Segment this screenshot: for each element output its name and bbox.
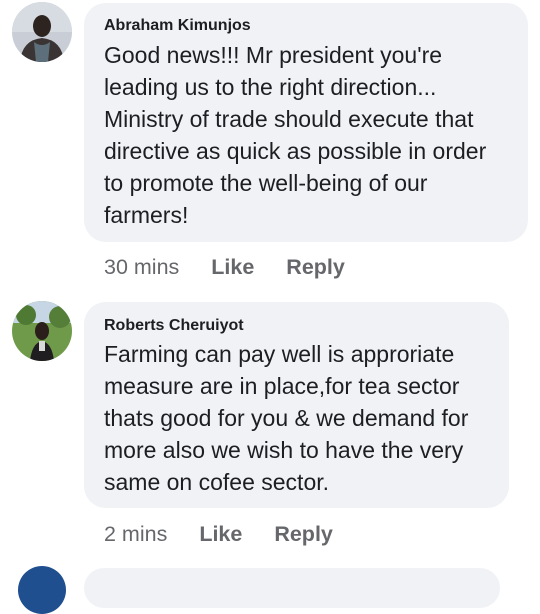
comment-text: Farming can pay well is approriate measu…	[104, 338, 468, 498]
comment-text: Good news!!! Mr president you're leading…	[104, 39, 486, 231]
comment-line: to promote the well-being of our	[104, 170, 428, 196]
comment-author[interactable]: Roberts Cheruiyot	[104, 317, 244, 335]
comment-timestamp[interactable]: 2 mins	[104, 522, 167, 546]
comment-line: Farming can pay well is approriate	[104, 341, 455, 367]
avatar-photo	[12, 2, 72, 62]
comment-bubble: Abraham Kimunjos Good news!!! Mr preside…	[84, 3, 528, 242]
like-button[interactable]: Like	[199, 522, 242, 546]
comment-line: farmers!	[104, 202, 189, 228]
comment-line: more also we wish to have the very	[104, 437, 464, 463]
avatar[interactable]	[12, 301, 72, 361]
comment-line: same on cofee sector.	[104, 469, 330, 495]
reply-button[interactable]: Reply	[286, 255, 345, 279]
comment-line: thats good for you & we demand for	[104, 405, 469, 431]
avatar[interactable]	[12, 2, 72, 62]
like-button[interactable]: Like	[211, 255, 254, 279]
comment-line: Ministry of trade should execute that	[104, 106, 474, 132]
comment-line: directive as quick as possible in order	[104, 138, 487, 164]
comment-author[interactable]: Abraham Kimunjos	[104, 17, 251, 35]
avatar[interactable]	[18, 566, 66, 614]
comment-bubble	[84, 568, 500, 608]
comment-meta: 2 mins Like Reply	[104, 522, 333, 547]
avatar-photo	[12, 301, 72, 361]
comment-meta: 30 mins Like Reply	[104, 255, 345, 280]
comment-timestamp[interactable]: 30 mins	[104, 255, 179, 279]
comment-line: measure are in place,for tea sector	[104, 373, 460, 399]
comment-line: leading us to the right direction...	[104, 74, 437, 100]
comment-line: Good news!!! Mr president you're	[104, 42, 443, 68]
reply-button[interactable]: Reply	[274, 522, 333, 546]
comment-bubble: Roberts Cheruiyot Farming can pay well i…	[84, 302, 509, 508]
